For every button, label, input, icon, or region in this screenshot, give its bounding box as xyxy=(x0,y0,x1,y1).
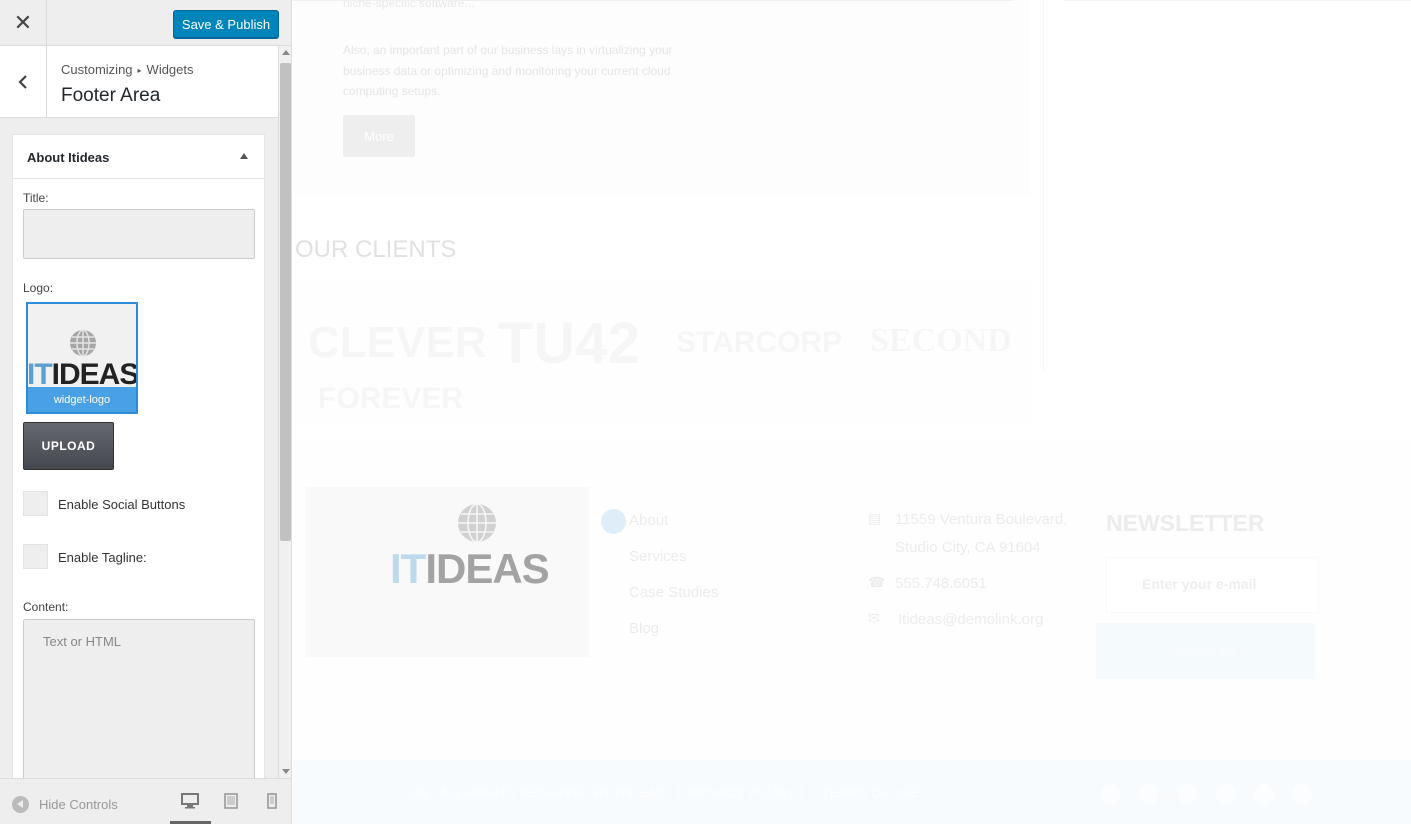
vimeo-icon[interactable] xyxy=(1292,784,1312,804)
pinterest-icon[interactable] xyxy=(1216,784,1236,804)
desktop-icon[interactable] xyxy=(181,793,199,814)
content-field-label: Content: xyxy=(23,600,69,614)
footer-logo-it: IT xyxy=(390,545,426,592)
client-logo-second: SECOND xyxy=(870,322,1012,359)
widget-title: About Itideas xyxy=(27,150,110,165)
column-divider xyxy=(1043,0,1044,372)
privacy-policy-link[interactable]: PRIVACY POLICY xyxy=(689,785,796,800)
tablet-icon[interactable] xyxy=(224,793,238,814)
copyright-bar: © 2017 ALL RIGHTS RESERVED BY ITIDEAS PR… xyxy=(293,760,1411,824)
subscribe-button[interactable]: Subscribe xyxy=(1096,623,1315,679)
services-block: niche-specific software... Also, an impo… xyxy=(293,0,1030,195)
client-logo-forever: FOREVER xyxy=(318,382,464,415)
footer-link-about[interactable]: About xyxy=(629,512,668,529)
upload-button[interactable]: UPLOAD xyxy=(23,422,114,470)
customizer-footer: Hide Controls xyxy=(0,778,291,824)
breadcrumb-widgets: Widgets xyxy=(146,62,194,77)
breadcrumb-customizing: Customizing xyxy=(61,62,133,77)
title-field-label: Title: xyxy=(23,191,49,205)
terms-of-use-link[interactable]: TERMS OF USE xyxy=(822,785,920,800)
footer-link-case-studies[interactable]: Case Studies xyxy=(629,584,718,601)
address-line-1: 11559 Ventura Boulevard, xyxy=(895,511,1068,528)
logo-caption: widget-logo xyxy=(28,387,136,412)
sidebar-scrollbar[interactable] xyxy=(278,46,291,778)
address-line-2: Studio City, CA 91604 xyxy=(895,539,1041,556)
logo-preview[interactable]: ITIDEAS widget-logo xyxy=(26,302,138,414)
pencil-icon xyxy=(601,509,626,534)
collapse-icon xyxy=(12,796,29,813)
twitter-icon[interactable] xyxy=(1139,784,1159,804)
envelope-icon: ✉ xyxy=(868,610,880,626)
footer-logo-wordmark: ITIDEAS xyxy=(390,545,550,593)
hide-controls-label: Hide Controls xyxy=(39,797,118,812)
enable-tagline-checkbox[interactable] xyxy=(23,544,48,569)
enable-tagline-label: Enable Tagline: xyxy=(58,550,147,565)
footer-phone: 555.748.6051 xyxy=(895,575,987,592)
breadcrumb: Customizing ▸ Widgets xyxy=(61,62,194,77)
clients-heading: OUR CLIENTS xyxy=(295,236,457,263)
services-text-2: Also, an important part of our business … xyxy=(343,43,673,98)
customizer-sidebar: ✕ Save & Publish Customizing ▸ Widgets Foo… xyxy=(0,0,292,824)
logo-field-label: Logo: xyxy=(23,281,54,295)
footer-email[interactable]: Itideas@demolink.org xyxy=(898,606,1043,634)
back-arrow-icon[interactable] xyxy=(0,46,47,118)
client-logo-starcorp: STARCORP xyxy=(676,326,843,359)
customizer-header: ✕ Save & Publish xyxy=(0,0,291,46)
collapse-arrow-icon[interactable] xyxy=(240,153,248,159)
divider xyxy=(1063,0,1411,1)
save-publish-button[interactable]: Save & Publish xyxy=(173,10,279,38)
client-logo-tu42: TU42 xyxy=(498,311,640,376)
divider xyxy=(293,0,1013,1)
facebook-icon[interactable] xyxy=(1101,784,1121,804)
globe-icon xyxy=(70,329,96,357)
services-text-1: niche-specific software... xyxy=(343,0,475,10)
site-footer: ITIDEAS About Services Case Studies Blog… xyxy=(293,442,1411,760)
enable-social-label: Enable Social Buttons xyxy=(58,497,186,512)
building-icon: ▤ xyxy=(868,510,882,526)
divider xyxy=(806,784,807,802)
site-preview: niche-specific software... Also, an impo… xyxy=(293,0,1411,824)
user-icon[interactable] xyxy=(1254,784,1274,804)
google-plus-icon[interactable] xyxy=(1177,784,1197,804)
title-input[interactable] xyxy=(23,209,255,259)
newsletter-heading: NEWSLETTER xyxy=(1106,510,1265,536)
close-icon[interactable]: ✕ xyxy=(0,0,47,46)
divider xyxy=(673,784,674,802)
mobile-icon[interactable] xyxy=(267,793,277,814)
hide-controls-button[interactable]: Hide Controls xyxy=(12,796,118,813)
newsletter-placeholder: Enter your e-mail xyxy=(1142,576,1257,592)
footer-logo-widget: ITIDEAS xyxy=(306,487,589,657)
scroll-up-icon[interactable] xyxy=(282,50,290,55)
globe-icon xyxy=(458,503,496,543)
phone-icon: ☎ xyxy=(868,574,886,590)
content-placeholder: Text or HTML xyxy=(43,634,122,649)
footer-link-blog[interactable]: Blog xyxy=(629,620,659,637)
scroll-down-icon[interactable] xyxy=(282,769,290,774)
breadcrumb-separator-icon: ▸ xyxy=(137,66,142,75)
scrollbar-thumb[interactable] xyxy=(280,63,291,541)
section-title: Footer Area xyxy=(61,85,161,106)
enable-social-checkbox[interactable] xyxy=(23,491,48,516)
widget-header[interactable]: About Itideas xyxy=(13,135,264,179)
section-header: Customizing ▸ Widgets Footer Area xyxy=(0,46,278,118)
more-button[interactable]: More xyxy=(343,115,415,157)
content-textarea[interactable]: Text or HTML xyxy=(23,619,255,795)
copyright-text: © 2017 ALL RIGHTS RESERVED BY ITIDEAS xyxy=(395,785,666,800)
client-logo-clever: CLEVER xyxy=(308,318,487,367)
footer-logo-ideas: IDEAS xyxy=(425,545,549,592)
widget-about-itideas: About Itideas Title: Logo: ITIDEAS widge… xyxy=(12,134,265,795)
clients-logos: CLEVER TU42 STARCORP SECOND FOREVER xyxy=(293,280,1030,425)
footer-link-services[interactable]: Services xyxy=(629,548,687,565)
newsletter-email-input[interactable]: Enter your e-mail xyxy=(1106,557,1319,613)
